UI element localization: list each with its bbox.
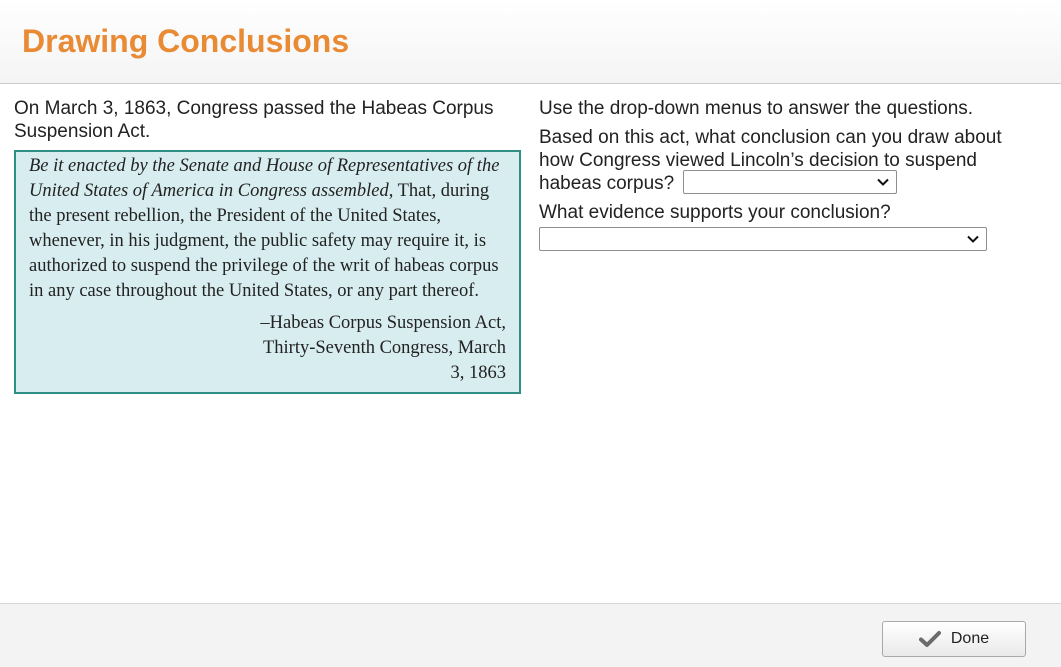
done-button[interactable]: Done xyxy=(882,621,1026,657)
done-button-label: Done xyxy=(950,630,990,647)
source-column: On March 3, 1863, Congress passed the Ha… xyxy=(14,97,524,394)
quote-attribution: –Habeas Corpus Suspension Act, Thirty-Se… xyxy=(260,313,506,383)
chevron-down-icon xyxy=(967,235,979,243)
quote-text: Be it enacted by the Senate and House of… xyxy=(29,154,506,304)
questions-column: Use the drop-down menus to answer the qu… xyxy=(539,97,1039,251)
header: Drawing Conclusions xyxy=(0,0,1061,84)
question-2-text: What evidence supports your conclusion? xyxy=(539,202,891,223)
question-2: What evidence supports your conclusion? xyxy=(539,201,1039,224)
footer: Done xyxy=(0,603,1061,667)
chevron-down-icon xyxy=(876,179,889,187)
checkmark-icon xyxy=(918,631,941,647)
quote-box: Be it enacted by the Senate and House of… xyxy=(14,150,521,394)
question-2-dropdown[interactable] xyxy=(539,227,987,251)
question-1: Based on this act, what conclusion can y… xyxy=(539,126,1039,195)
instructions-text: Use the drop-down menus to answer the qu… xyxy=(539,98,974,119)
page-title: Drawing Conclusions xyxy=(22,23,350,59)
question-1-dropdown[interactable] xyxy=(682,170,897,195)
intro-text: On March 3, 1863, Congress passed the Ha… xyxy=(14,98,494,142)
